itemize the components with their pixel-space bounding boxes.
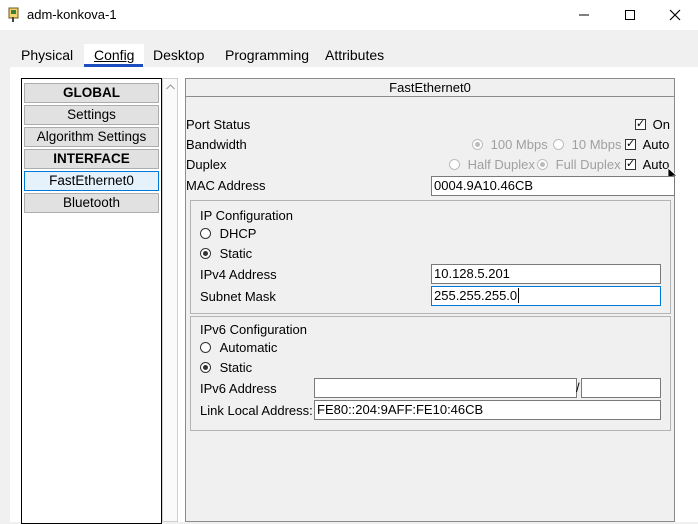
tab-physical[interactable]: Physical <box>11 44 83 66</box>
checkbox-label: Auto <box>642 157 670 172</box>
checkbox-checked-icon <box>625 137 636 150</box>
window-title: adm-konkova-1 <box>27 7 117 22</box>
tab-label: Attributes <box>325 47 385 63</box>
tab-label: Config <box>94 47 135 63</box>
config-nav-list: GLOBAL Settings Algorithm Settings INTER… <box>21 78 162 524</box>
nav-header-global[interactable]: GLOBAL <box>24 83 159 103</box>
tab-attributes[interactable]: Attributes <box>315 44 394 66</box>
ipv6-prefix-field[interactable] <box>581 378 661 398</box>
checkbox-checked-icon <box>635 117 646 130</box>
nav-header-interface[interactable]: INTERFACE <box>24 149 159 169</box>
tab-label: Desktop <box>153 47 205 63</box>
tab-label: Physical <box>21 47 74 63</box>
nav-scrollbar[interactable] <box>162 78 178 522</box>
tab-config[interactable]: Config <box>84 44 145 66</box>
nav-item-algorithm-settings[interactable]: Algorithm Settings <box>24 127 159 147</box>
duplex-label: Duplex <box>186 157 227 172</box>
close-button[interactable] <box>652 0 698 30</box>
minimize-icon <box>579 14 589 16</box>
nav-item-bluetooth[interactable]: Bluetooth <box>24 193 159 213</box>
mac-address-label: MAC Address <box>186 178 266 193</box>
dhcp-radio[interactable]: DHCP <box>200 226 256 241</box>
scroll-up-icon[interactable] <box>162 82 178 93</box>
app-icon <box>7 7 23 23</box>
bandwidth-label: Bandwidth <box>186 137 247 152</box>
bandwidth-10-radio[interactable]: 10 Mbps <box>553 137 622 152</box>
radio-selected-icon <box>200 248 211 259</box>
ipv6-address-label: IPv6 Address <box>200 381 277 396</box>
maximize-button[interactable] <box>607 0 653 30</box>
radio-selected-icon <box>472 139 483 150</box>
radio-label: Half Duplex <box>467 157 535 172</box>
bandwidth-auto-checkbox[interactable]: Auto <box>625 137 669 152</box>
ipv6-automatic-radio[interactable]: Automatic <box>200 340 277 355</box>
ipv6-config-title: IPv6 Configuration <box>200 322 307 337</box>
duplex-auto-checkbox[interactable]: Auto <box>625 157 670 172</box>
radio-icon <box>200 342 211 353</box>
maximize-icon <box>625 10 635 20</box>
subnet-mask-label: Subnet Mask <box>200 289 276 304</box>
port-status-on-checkbox[interactable]: On <box>635 117 670 132</box>
radio-label: Automatic <box>219 340 278 355</box>
half-duplex-radio[interactable]: Half Duplex <box>449 157 535 172</box>
interface-panel-title: FastEthernet0 <box>186 79 674 97</box>
radio-label: 10 Mbps <box>571 137 622 152</box>
checkbox-label: On <box>652 117 670 132</box>
text-cursor <box>518 288 520 303</box>
prefix-separator: / <box>576 380 580 395</box>
subnet-mask-field[interactable]: 255.255.255.0 <box>431 286 661 306</box>
ipv4-config-title: IP Configuration <box>200 208 293 223</box>
radio-label: Full Duplex <box>555 157 621 172</box>
tab-desktop[interactable]: Desktop <box>143 44 214 66</box>
radio-selected-icon <box>200 362 211 373</box>
link-local-label: Link Local Address: <box>200 403 313 418</box>
radio-selected-icon <box>537 159 548 170</box>
port-status-label: Port Status <box>186 117 251 132</box>
radio-label: Static <box>219 360 253 375</box>
subnet-mask-value: 255.255.255.0 <box>434 288 518 303</box>
checkbox-label: Auto <box>642 137 670 152</box>
bandwidth-100-radio[interactable]: 100 Mbps <box>472 137 548 152</box>
ipv6-address-field[interactable] <box>314 378 577 398</box>
radio-label: Static <box>219 246 253 261</box>
full-duplex-radio[interactable]: Full Duplex <box>537 157 621 172</box>
radio-icon <box>553 139 564 150</box>
checkbox-checked-icon <box>625 157 636 170</box>
tab-programming[interactable]: Programming <box>215 44 319 66</box>
minimize-button[interactable] <box>561 0 607 30</box>
nav-item-settings[interactable]: Settings <box>24 105 159 125</box>
radio-label: DHCP <box>219 226 257 241</box>
ipv6-static-radio[interactable]: Static <box>200 360 252 375</box>
close-icon <box>669 9 681 21</box>
ipv4-address-field[interactable]: 10.128.5.201 <box>431 264 661 284</box>
ipv4-static-radio[interactable]: Static <box>200 246 252 261</box>
radio-label: 100 Mbps <box>490 137 548 152</box>
link-local-address-field[interactable]: FE80::204:9AFF:FE10:46CB <box>314 400 661 420</box>
radio-icon <box>449 159 460 170</box>
ipv4-address-label: IPv4 Address <box>200 267 277 282</box>
nav-item-fastethernet0[interactable]: FastEthernet0 <box>24 171 159 191</box>
radio-icon <box>200 228 211 239</box>
mac-address-field[interactable]: 0004.9A10.46CB <box>431 176 675 196</box>
tab-label: Programming <box>225 47 310 63</box>
